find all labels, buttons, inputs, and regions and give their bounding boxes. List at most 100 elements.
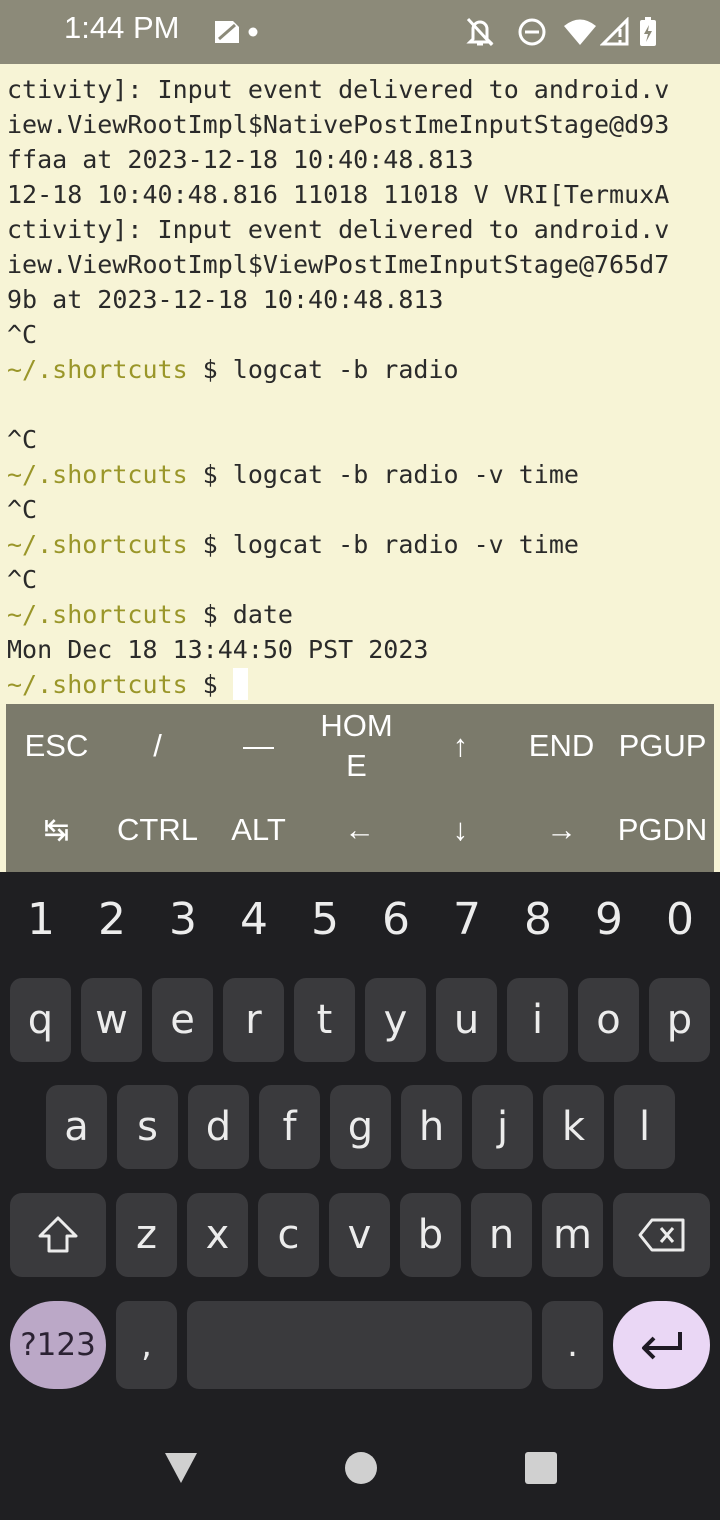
period-key[interactable]: . [542,1301,603,1389]
letter-key[interactable]: l [614,1085,675,1169]
letter-key[interactable]: s [117,1085,178,1169]
esc-key[interactable]: ESC [6,704,107,788]
number-key[interactable]: 9 [573,891,645,947]
end-key[interactable]: END [511,704,612,788]
letter-key[interactable]: k [543,1085,604,1169]
letter-key[interactable]: c [258,1193,319,1277]
navigation-bar [0,1423,720,1520]
cell-signal-icon [598,0,632,64]
ctrl-key[interactable]: CTRL [107,788,208,872]
letter-key[interactable]: p [649,978,710,1062]
up-arrow-key[interactable]: ↑ [410,704,511,788]
comma-key[interactable]: , [116,1301,177,1389]
letter-key[interactable]: y [365,978,426,1062]
prompt-path: ~/.shortcuts [7,530,188,559]
command-text: $ [187,670,233,699]
letter-key[interactable]: a [46,1085,107,1169]
notifications-off-icon [462,0,498,64]
terminal-line: ~/.shortcuts $ logcat -b radio -v time [7,527,579,562]
letter-key[interactable]: x [187,1193,248,1277]
command-text: $ date [187,600,293,629]
alt-key[interactable]: ALT [208,788,309,872]
letter-key[interactable]: o [578,978,639,1062]
terminal-line: Mon Dec 18 13:44:50 PST 2023 [7,635,429,664]
number-key[interactable]: 2 [76,891,148,947]
left-arrow-key[interactable]: ← [309,788,410,872]
command-text: $ logcat -b radio -v time [187,530,579,559]
command-text: $ logcat -b radio [187,355,459,384]
back-icon[interactable] [160,1447,202,1489]
shift-icon [38,1216,78,1253]
terminal-output[interactable]: ctivity]: Input event delivered to andro… [0,64,720,704]
extra-keys-bar: ESC / — HOM E ↑ END PGUP ↹ CTRL ALT ← ↓ → PGDN [6,704,714,872]
terminal-line: iew.ViewRootImpl$NativePostImeInputStage… [7,110,670,139]
terminal-line: ~/.shortcuts $ date [7,597,293,632]
terminal-line: ^C [7,495,38,524]
terminal-line: ctivity]: Input event delivered to andro… [7,75,670,104]
number-key[interactable]: 7 [431,891,503,947]
status-bar: 1:44 PM [0,0,720,64]
letter-key[interactable]: v [329,1193,390,1277]
terminal-line: ~/.shortcuts $ logcat -b radio -v time [7,457,579,492]
pgup-key[interactable]: PGUP [612,704,713,788]
terminal-line: ctivity]: Input event delivered to andro… [7,215,670,244]
terminal-line: ~/.shortcuts $ [7,667,248,702]
sim-card-icon [210,0,244,64]
down-arrow-key[interactable]: ↓ [410,788,511,872]
letter-key[interactable]: t [294,978,355,1062]
backspace-key[interactable] [613,1193,710,1277]
letter-key[interactable]: z [116,1193,177,1277]
wifi-icon [560,0,600,64]
letter-key[interactable]: e [152,978,213,1062]
terminal-line: ~/.shortcuts $ logcat -b radio [7,352,459,387]
number-key[interactable]: 0 [644,891,716,947]
letter-key[interactable]: u [436,978,497,1062]
terminal-line: 12-18 10:40:48.816 11018 11018 V VRI[Ter… [7,180,670,209]
enter-icon [641,1332,682,1360]
letter-key[interactable]: h [401,1085,462,1169]
terminal-line: iew.ViewRootImpl$ViewPostImeInputStage@7… [7,250,670,279]
letter-key[interactable]: r [223,978,284,1062]
prompt-path: ~/.shortcuts [7,460,188,489]
number-key[interactable]: 4 [218,891,290,947]
letter-key[interactable]: n [471,1193,532,1277]
number-key[interactable]: 1 [5,891,77,947]
shift-key[interactable] [10,1193,106,1277]
dash-key[interactable]: — [208,704,309,788]
number-key[interactable]: 8 [502,891,574,947]
terminal-line: ffaa at 2023-12-18 10:40:48.813 [7,145,474,174]
home-key[interactable]: HOM E [309,704,404,788]
recents-icon[interactable] [520,1447,562,1489]
right-arrow-key[interactable]: → [511,788,612,872]
home-icon[interactable] [340,1447,382,1489]
prompt-path: ~/.shortcuts [7,600,188,629]
soft-keyboard: 1 2 3 4 5 6 7 8 9 0 q w e r t y u i o p a s d f g h j k l z x c v b n m ?123… [0,873,720,1423]
terminal-line: ^C [7,425,38,454]
letter-key[interactable]: b [400,1193,461,1277]
number-key[interactable]: 3 [147,891,219,947]
letter-key[interactable]: m [542,1193,603,1277]
spacebar[interactable] [187,1301,532,1389]
letter-key[interactable]: d [188,1085,249,1169]
letter-key[interactable]: g [330,1085,391,1169]
letter-key[interactable]: j [472,1085,533,1169]
letter-key[interactable]: w [81,978,142,1062]
number-key[interactable]: 5 [289,891,361,947]
letter-key[interactable]: f [259,1085,320,1169]
terminal-line: 9b at 2023-12-18 10:40:48.813 [7,285,444,314]
tab-key[interactable]: ↹ [6,788,107,872]
prompt-path: ~/.shortcuts [7,355,188,384]
enter-key[interactable] [613,1301,710,1389]
terminal-line: ^C [7,565,38,594]
command-text: $ logcat -b radio -v time [187,460,579,489]
status-time: 1:44 PM [64,10,180,45]
prompt-path: ~/.shortcuts [7,670,188,699]
letter-key[interactable]: i [507,978,568,1062]
slash-key[interactable]: / [107,704,208,788]
do-not-disturb-icon [514,0,550,64]
number-key[interactable]: 6 [360,891,432,947]
letter-key[interactable]: q [10,978,71,1062]
battery-charging-icon [634,0,662,64]
pgdn-key[interactable]: PGDN [612,788,713,872]
symbols-key[interactable]: ?123 [10,1301,106,1389]
